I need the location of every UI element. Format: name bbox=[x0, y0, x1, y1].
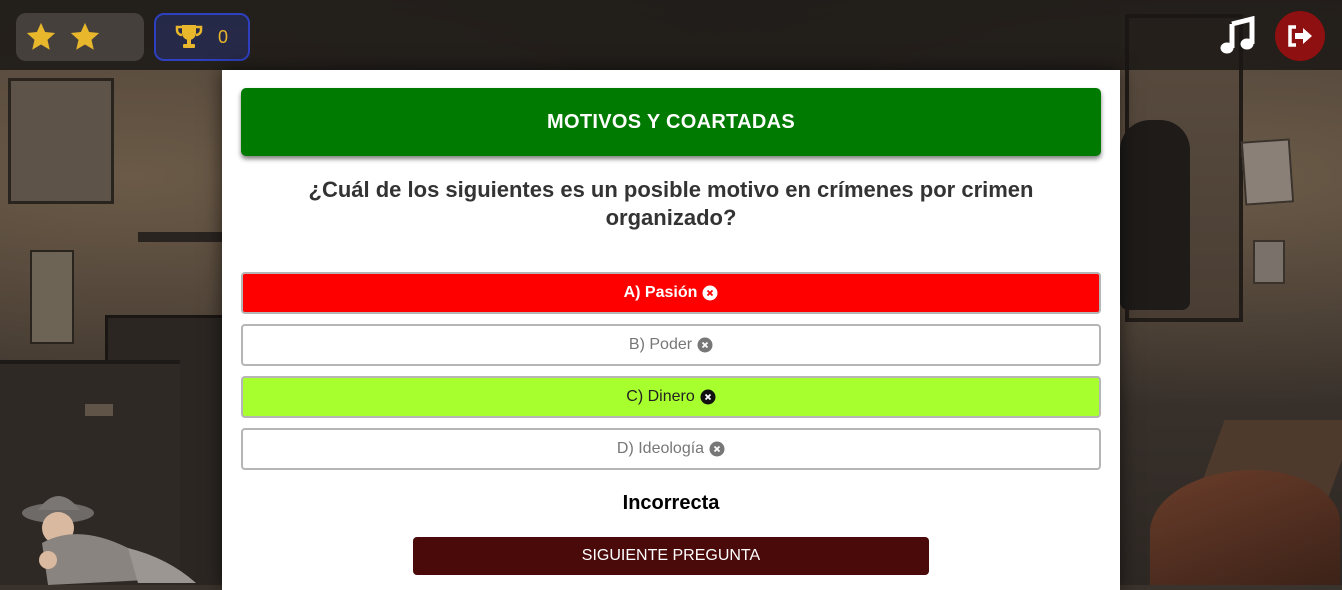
top-bar: 0 bbox=[0, 0, 1342, 70]
sign-out-icon bbox=[1288, 25, 1312, 47]
bag bbox=[1150, 470, 1340, 585]
question-text: ¿Cuál de los siguientes es un posible mo… bbox=[308, 177, 1034, 230]
star-icon bbox=[70, 22, 100, 50]
close-circle-icon bbox=[697, 337, 713, 353]
answer-option-d[interactable]: D) Ideología bbox=[241, 428, 1101, 470]
star-icon bbox=[26, 22, 56, 50]
wall-paper bbox=[30, 250, 74, 344]
quiz-card: MOTIVOS Y COARTADAS ¿Cuál de los siguien… bbox=[222, 70, 1120, 590]
detective-mascot bbox=[22, 496, 196, 585]
stars-panel bbox=[16, 13, 144, 61]
option-label: A) Pasión bbox=[623, 284, 698, 301]
wall-notice bbox=[1240, 138, 1295, 206]
next-question-button[interactable]: SIGUIENTE PREGUNTA bbox=[413, 537, 929, 575]
result-text: Incorrecta bbox=[622, 492, 720, 514]
close-circle-icon bbox=[709, 441, 725, 457]
option-label: B) Poder bbox=[628, 336, 693, 353]
answer-option-c[interactable]: C) Dinero bbox=[241, 376, 1101, 418]
trophy-icon bbox=[175, 25, 203, 48]
close-circle-icon bbox=[702, 285, 718, 301]
exit-button[interactable] bbox=[1275, 11, 1325, 61]
category-title: MOTIVOS Y COARTADAS bbox=[241, 88, 1101, 156]
option-label: D) Ideología bbox=[616, 440, 705, 457]
wall-frame bbox=[8, 78, 114, 204]
drawer-handle bbox=[85, 404, 113, 416]
option-label: C) Dinero bbox=[626, 388, 695, 405]
wall-socket bbox=[1253, 240, 1285, 284]
hanging-coat bbox=[1120, 120, 1190, 310]
score-panel: 0 bbox=[154, 13, 250, 61]
answer-option-a[interactable]: A) Pasión bbox=[241, 272, 1101, 314]
music-note-icon[interactable] bbox=[1218, 16, 1258, 56]
close-circle-icon bbox=[700, 389, 716, 405]
trophy-count: 0 bbox=[218, 26, 229, 47]
wall-shelf bbox=[138, 232, 228, 242]
answer-option-b[interactable]: B) Poder bbox=[241, 324, 1101, 366]
